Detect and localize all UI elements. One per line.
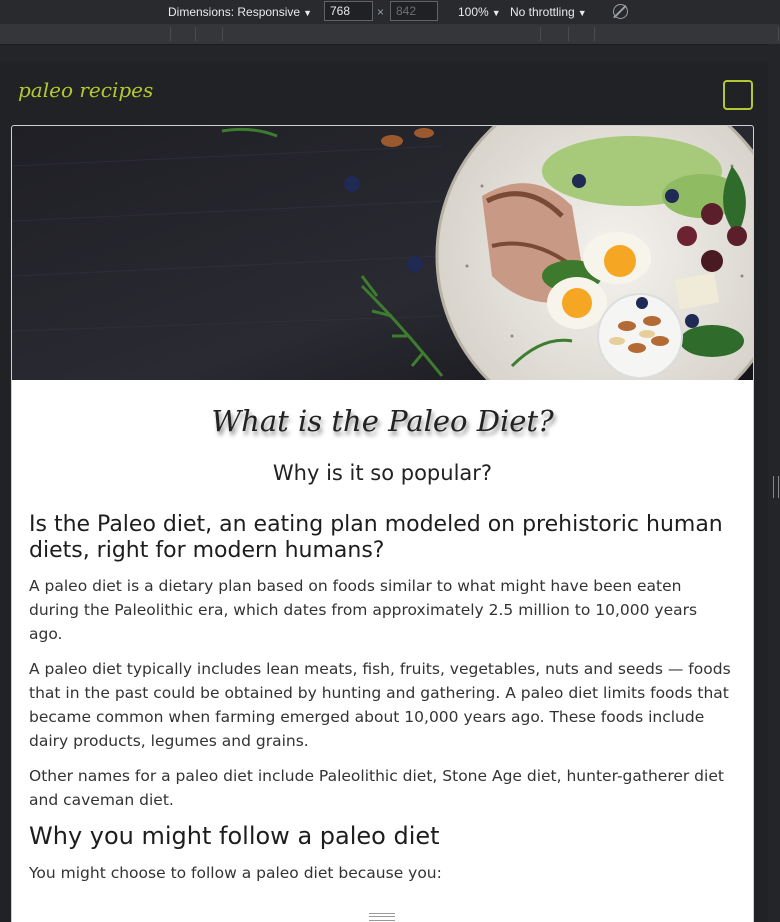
chevron-down-icon: ▼: [303, 8, 312, 18]
page-viewport: paleo recipes What is the Paleo Diet? Wh…: [0, 62, 768, 922]
page-title: What is the Paleo Diet?: [211, 404, 554, 438]
chevron-down-icon: ▼: [491, 8, 501, 18]
width-input[interactable]: 768: [324, 1, 373, 21]
rotate-icon[interactable]: [613, 4, 628, 19]
bottom-resize-handle[interactable]: [369, 913, 395, 921]
dimensions-dropdown[interactable]: Dimensions: Responsive ▼: [168, 0, 312, 24]
ruler-divider: [170, 27, 171, 41]
chevron-down-icon: ▼: [577, 8, 587, 18]
hero-food-image: [12, 126, 753, 380]
ruler-divider: [222, 27, 223, 41]
zoom-label: 100%: [458, 5, 489, 19]
media-query-ruler[interactable]: [0, 24, 780, 45]
section-heading: Is the Paleo diet, an eating plan modele…: [29, 512, 723, 563]
height-input[interactable]: 842: [390, 1, 438, 21]
ruler-divider: [195, 27, 196, 41]
article-card: What is the Paleo Diet? Why is it so pop…: [11, 125, 754, 922]
ruler-divider: [778, 27, 779, 41]
paragraph: A paleo diet typically includes lean mea…: [29, 660, 731, 750]
zoom-dropdown[interactable]: 100% ▼: [458, 0, 501, 24]
ruler-divider: [568, 27, 569, 41]
paragraph: You might choose to follow a paleo diet …: [29, 864, 442, 882]
devtools-device-toolbar: Dimensions: Responsive ▼ 768 × 842 100% ▼ …: [0, 0, 780, 24]
site-logo[interactable]: paleo recipes: [18, 78, 153, 102]
ruler-divider: [594, 27, 595, 41]
throttling-label: No throttling: [510, 5, 575, 19]
side-resize-handle[interactable]: [773, 476, 779, 498]
paragraph: A paleo diet is a dietary plan based on …: [29, 577, 698, 643]
throttling-dropdown[interactable]: No throttling ▼: [510, 0, 587, 24]
dimensions-label: Dimensions: Responsive: [168, 5, 301, 19]
menu-toggle-button[interactable]: [723, 80, 753, 110]
article-body: Is the Paleo diet, an eating plan modele…: [29, 512, 734, 896]
paragraph: Other names for a paleo diet include Pal…: [29, 767, 724, 809]
ruler-divider: [540, 27, 541, 41]
page-subtitle: Why is it so popular?: [272, 461, 493, 485]
section-heading: Why you might follow a paleo diet: [29, 822, 440, 850]
times-separator: ×: [377, 5, 385, 19]
